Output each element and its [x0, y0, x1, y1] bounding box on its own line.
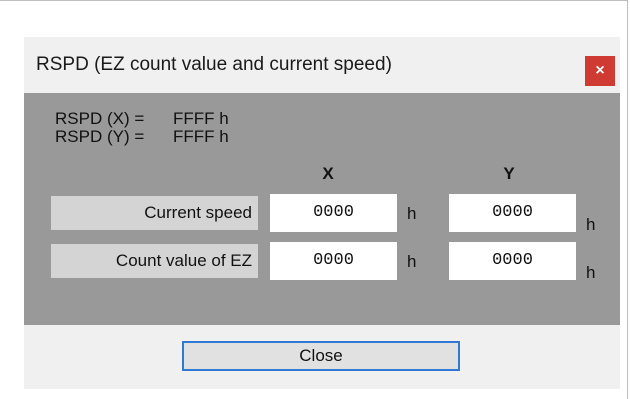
- rspd-y-key: RSPD (Y) =: [55, 127, 145, 146]
- close-button[interactable]: Close: [182, 341, 460, 371]
- count-value-ez-x-unit: h: [407, 252, 417, 271]
- close-icon: ×: [595, 62, 605, 79]
- dialog-footer: Close: [24, 325, 620, 389]
- count-value-ez-x-field[interactable]: 0000: [270, 242, 397, 280]
- dialog-title: RSPD (EZ count value and current speed): [36, 54, 392, 75]
- rspd-x-key: RSPD (X) =: [55, 109, 145, 128]
- column-header-y: Y: [503, 164, 515, 183]
- current-speed-y-field[interactable]: 0000: [449, 194, 576, 232]
- current-speed-y-unit: h: [586, 215, 596, 234]
- rspd-y-value: FFFF h: [173, 127, 229, 146]
- dialog-titlebar: RSPD (EZ count value and current speed) …: [24, 37, 620, 93]
- row-label-current-speed: Current speed: [51, 196, 258, 230]
- current-speed-x-unit: h: [407, 204, 417, 223]
- count-value-ez-y-unit: h: [586, 263, 596, 282]
- rspd-y-status: RSPD (Y) = FFFF h: [55, 128, 229, 145]
- row-label-count-value-ez: Count value of EZ: [51, 244, 258, 278]
- close-x-button[interactable]: ×: [585, 56, 615, 86]
- count-value-ez-y-field[interactable]: 0000: [449, 242, 576, 280]
- content-panel: RSPD (X) = FFFF h RSPD (Y) = FFFF h X Y Cu…: [24, 93, 620, 325]
- column-header-x: X: [322, 164, 334, 183]
- rspd-dialog: RSPD (EZ count value and current speed) …: [24, 37, 620, 389]
- current-speed-x-field[interactable]: 0000: [270, 194, 397, 232]
- rspd-x-status: RSPD (X) = FFFF h: [55, 110, 229, 127]
- rspd-x-value: FFFF h: [173, 109, 229, 128]
